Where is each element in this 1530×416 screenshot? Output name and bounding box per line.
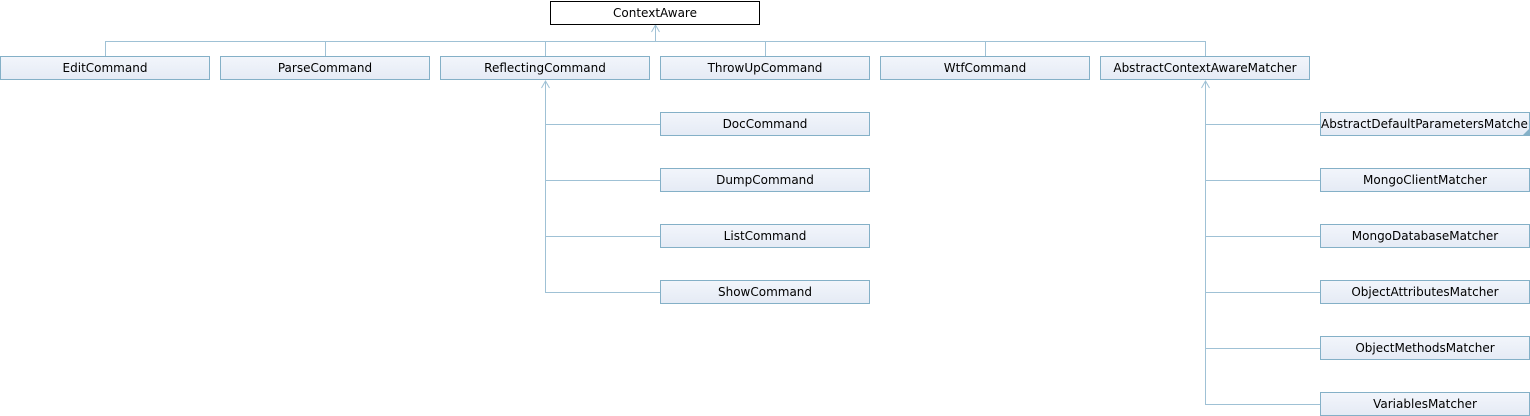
more-subclasses-icon	[1523, 129, 1529, 135]
node-parsecommand[interactable]: ParseCommand	[220, 56, 430, 80]
node-editcommand[interactable]: EditCommand	[0, 56, 210, 80]
node-abstractdefaultparametersmatcher-label: AbstractDefaultParametersMatcher	[1321, 117, 1530, 131]
node-doccommand[interactable]: DocCommand	[660, 112, 870, 136]
node-throwupcommand[interactable]: ThrowUpCommand	[660, 56, 870, 80]
node-listcommand[interactable]: ListCommand	[660, 224, 870, 248]
node-showcommand[interactable]: ShowCommand	[660, 280, 870, 304]
node-mongoclientmatcher[interactable]: MongoClientMatcher	[1320, 168, 1530, 192]
node-objectmethodsmatcher[interactable]: ObjectMethodsMatcher	[1320, 336, 1530, 360]
node-dumpcommand[interactable]: DumpCommand	[660, 168, 870, 192]
node-abstractdefaultparametersmatcher[interactable]: AbstractDefaultParametersMatcher	[1320, 112, 1530, 136]
node-objectattributesmatcher[interactable]: ObjectAttributesMatcher	[1320, 280, 1530, 304]
node-abstractcontextawarematcher[interactable]: AbstractContextAwareMatcher	[1100, 56, 1310, 80]
node-mongodatabasematcher[interactable]: MongoDatabaseMatcher	[1320, 224, 1530, 248]
class-inheritance-diagram: ContextAware EditCommand ParseCommand Re…	[0, 0, 1530, 416]
edges-root	[105, 23, 1320, 405]
node-wtfcommand[interactable]: WtfCommand	[880, 56, 1090, 80]
node-contextaware: ContextAware	[550, 1, 760, 25]
node-variablesmatcher[interactable]: VariablesMatcher	[1320, 392, 1530, 416]
node-reflectingcommand[interactable]: ReflectingCommand	[440, 56, 650, 80]
